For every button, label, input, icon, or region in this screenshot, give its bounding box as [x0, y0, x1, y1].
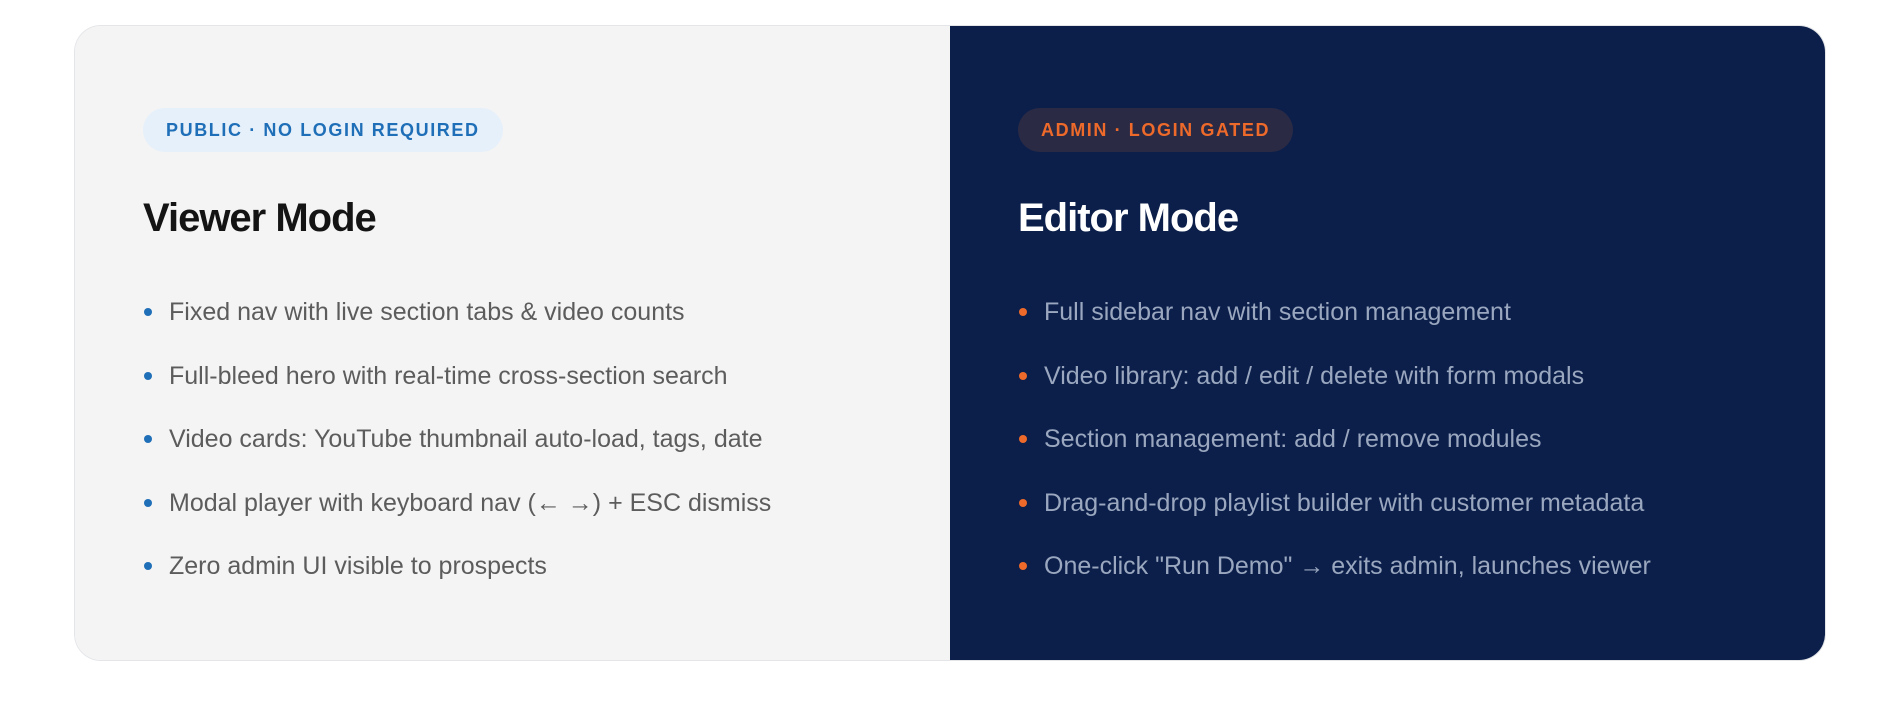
viewer-feature-text: Zero admin UI visible to prospects: [169, 552, 547, 580]
bullet-icon: [144, 371, 152, 380]
editor-feature-text: Drag-and-drop playlist builder with cust…: [1044, 488, 1645, 517]
editor-feature-list: Full sidebar nav with section management…: [1018, 294, 1651, 612]
viewer-feature-text: Full-bleed hero with real-time cross-sec…: [169, 361, 728, 390]
editor-feature-text: Section management: add / remove modules: [1044, 425, 1542, 453]
editor-feature-text: Video library: add / edit / delete with …: [1044, 361, 1585, 390]
bullet-icon: [144, 435, 152, 443]
editor-feature-item: Section management: add / remove modules: [1018, 421, 1651, 485]
editor-feature-item: Video library: add / edit / delete with …: [1018, 358, 1651, 422]
editor-feature-item: Drag-and-drop playlist builder with cust…: [1018, 485, 1651, 549]
viewer-access-badge: PUBLIC · NO LOGIN REQUIRED: [143, 108, 503, 152]
bullet-icon: [144, 562, 152, 570]
viewer-feature-text: Video cards: YouTube thumbnail auto-load…: [169, 425, 763, 453]
viewer-feature-item: Zero admin UI visible to prospects: [143, 548, 771, 612]
editor-feature-text: Full sidebar nav with section management: [1044, 298, 1511, 326]
bullet-icon: [1019, 562, 1027, 570]
mode-comparison-card: PUBLIC · NO LOGIN REQUIRED Viewer Mode F…: [75, 26, 1825, 660]
viewer-feature-text: Fixed nav with live section tabs & video…: [169, 298, 685, 326]
editor-feature-item: Full sidebar nav with section management: [1018, 294, 1651, 358]
viewer-feature-item: Fixed nav with live section tabs & video…: [143, 294, 771, 358]
viewer-feature-item: Video cards: YouTube thumbnail auto-load…: [143, 421, 771, 485]
viewer-feature-text: Modal player with keyboard nav (← →) + E…: [169, 488, 772, 517]
viewer-mode-panel: PUBLIC · NO LOGIN REQUIRED Viewer Mode F…: [75, 26, 950, 660]
bullet-icon: [1019, 435, 1027, 443]
bullet-icon: [1019, 371, 1027, 380]
editor-mode-panel: ADMIN · LOGIN GATED Editor Mode Full sid…: [950, 26, 1825, 660]
viewer-feature-item: Modal player with keyboard nav (← →) + E…: [143, 485, 771, 549]
bullet-icon: [1019, 498, 1027, 507]
editor-mode-title: Editor Mode: [1018, 196, 1239, 240]
editor-access-badge: ADMIN · LOGIN GATED: [1018, 108, 1294, 152]
viewer-feature-item: Full-bleed hero with real-time cross-sec…: [143, 358, 771, 422]
viewer-feature-list: Fixed nav with live section tabs & video…: [143, 294, 771, 612]
bullet-icon: [1019, 308, 1027, 316]
viewer-mode-title: Viewer Mode: [143, 196, 377, 240]
bullet-icon: [144, 308, 152, 316]
bullet-icon: [144, 498, 152, 507]
editor-feature-text: One-click "Run Demo" → exits admin, laun…: [1044, 552, 1651, 580]
editor-feature-item: One-click "Run Demo" → exits admin, laun…: [1018, 548, 1651, 612]
